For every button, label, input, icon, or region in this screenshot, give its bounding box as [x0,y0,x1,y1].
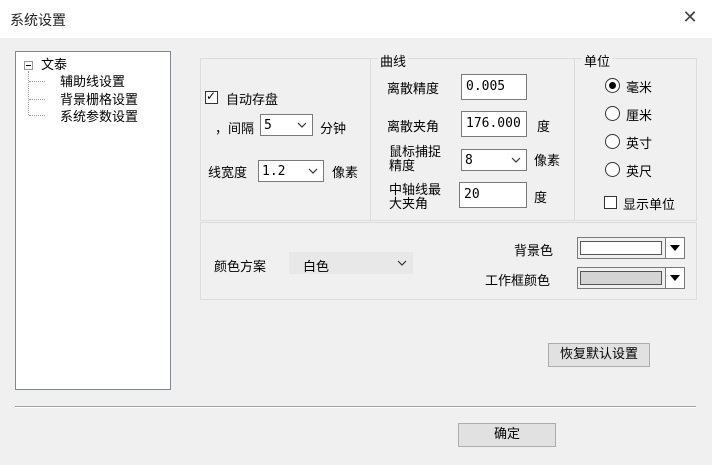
color-scheme-label: 颜色方案 [214,260,267,275]
unit-radio-foot[interactable] [605,162,620,177]
unit-radio-mm[interactable] [605,78,620,93]
interval-label: ，间隔 [215,122,255,137]
line-width-value: 1.2 [262,164,286,179]
chevron-down-icon [308,168,318,174]
precision-input[interactable]: 0.005 [461,74,527,100]
window-title: 系统设置 [10,13,66,29]
unit-option-mm-label: 毫米 [626,81,653,96]
frame-color-fill [580,271,662,285]
autosave-checkbox[interactable] [205,89,218,104]
settings-tree[interactable]: 文泰 辅助线设置 背景栅格设置 系统参数设置 [15,51,171,390]
ok-button[interactable]: 确定 [458,423,556,447]
mouse-precision-label-line1: 鼠标捕捉 [389,145,442,160]
mouse-precision-label-line2: 精度 [389,159,416,174]
restore-defaults-button[interactable]: 恢复默认设置 [548,343,650,367]
dropdown-arrow-icon[interactable] [665,268,684,288]
autosave-label: 自动存盘 [226,93,279,108]
axis-angle-unit-label: 度 [534,191,548,206]
chevron-down-icon [297,122,307,128]
axis-angle-label-line1: 中轴线最 [389,183,442,198]
angle-value: 176.000 [466,116,521,131]
unit-radio-cm[interactable] [605,106,620,121]
line-width-label: 线宽度 [208,166,248,181]
tree-connector [29,99,45,100]
tree-item-system-parameter-settings[interactable]: 系统参数设置 [60,106,138,125]
angle-unit-label: 度 [537,120,551,135]
mouse-precision-value: 8 [465,153,473,168]
unit-group-title: 单位 [582,51,613,70]
title-bar [0,0,712,38]
background-color-fill [580,241,662,255]
mouse-precision-combo[interactable]: 8 [461,149,527,171]
axis-angle-input[interactable]: 20 [459,182,527,208]
chevron-down-icon [397,260,407,266]
interval-value: 5 [264,118,272,133]
tree-connector [29,81,45,82]
axis-angle-label: 中轴线最 大夹角 [389,184,441,212]
mouse-precision-unit-label: 像素 [534,154,561,169]
precision-value: 0.005 [466,79,506,94]
tree-item-guideline-settings[interactable]: 辅助线设置 [60,71,125,90]
bottom-separator [15,406,696,408]
chevron-down-icon [511,157,521,163]
general-group [200,58,371,221]
curve-group-title: 曲线 [378,51,409,70]
tree-connector [28,71,29,115]
frame-color-picker[interactable] [577,267,685,289]
collapse-icon[interactable] [24,61,33,70]
interval-combo[interactable]: 5 [260,114,313,136]
color-scheme-combo[interactable]: 白色 [289,252,413,275]
mouse-precision-label: 鼠标捕捉 精度 [389,146,441,174]
axis-angle-value: 20 [464,187,480,202]
show-unit-checkbox[interactable] [604,196,617,209]
dropdown-arrow-icon[interactable] [665,238,684,258]
unit-option-inch-label: 英寸 [626,137,653,152]
interval-unit-label: 分钟 [320,122,347,137]
unit-option-cm-label: 厘米 [626,109,653,124]
precision-label: 离散精度 [387,82,440,97]
angle-input[interactable]: 176.000 [461,111,527,137]
show-unit-label: 显示单位 [623,198,676,213]
angle-label: 离散夹角 [387,120,440,135]
axis-angle-label-line2: 大夹角 [389,197,429,212]
frame-color-label: 工作框颜色 [485,274,551,289]
line-width-combo[interactable]: 1.2 [258,160,324,182]
close-icon[interactable]: ✕ [680,6,700,30]
background-color-picker[interactable] [577,237,685,259]
color-scheme-value: 白色 [303,260,330,275]
unit-option-foot-label: 英尺 [626,165,653,180]
background-color-label: 背景色 [514,244,554,259]
line-width-unit-label: 像素 [332,166,359,181]
unit-radio-inch[interactable] [605,134,620,149]
tree-connector [29,115,45,116]
